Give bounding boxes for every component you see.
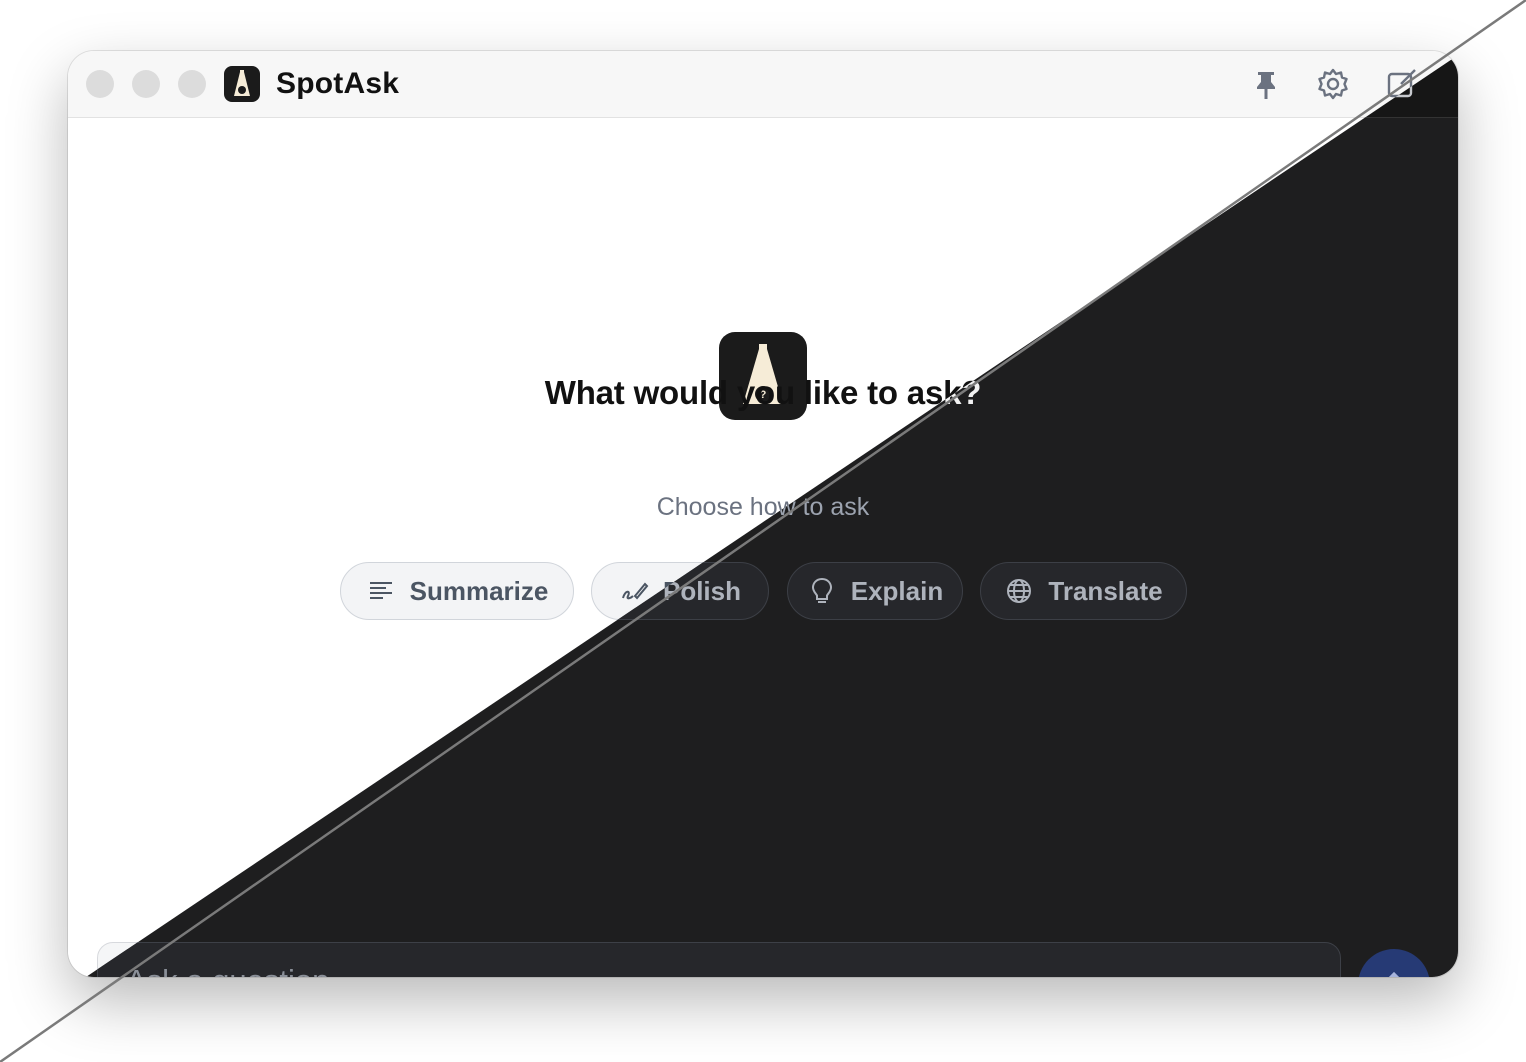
pen-icon bbox=[622, 582, 649, 600]
question-placeholder-dark: Ask a question... bbox=[126, 963, 355, 977]
app-logo-icon bbox=[224, 66, 260, 102]
app-title: SpotAsk bbox=[276, 67, 400, 100]
globe-icon-dark bbox=[1007, 579, 1032, 603]
lines-icon bbox=[369, 582, 392, 599]
send-button-dark[interactable] bbox=[1358, 949, 1430, 977]
screenshot-stage: SpotAsk ? What would you like to ask? Ch… bbox=[0, 0, 1526, 1062]
zoom-window-button[interactable] bbox=[178, 70, 206, 98]
gear-icon[interactable] bbox=[1315, 66, 1351, 102]
lightbulb-icon-dark bbox=[811, 577, 832, 603]
question-input-dark[interactable]: Ask a question... bbox=[97, 942, 1341, 977]
summarize-label: Summarize bbox=[409, 575, 549, 606]
translate-button-dark[interactable]: Translate bbox=[980, 562, 1187, 620]
translate-label-dark: Translate bbox=[1048, 575, 1163, 606]
explain-label-dark: Explain bbox=[850, 575, 944, 606]
app-window: SpotAsk ? What would you like to ask? Ch… bbox=[68, 51, 1458, 977]
minimize-window-button[interactable] bbox=[132, 70, 160, 98]
close-window-button[interactable] bbox=[86, 70, 114, 98]
summarize-button[interactable]: Summarize bbox=[340, 562, 574, 620]
pin-icon[interactable] bbox=[1248, 66, 1284, 102]
arrow-up-icon-dark bbox=[1382, 971, 1406, 977]
title-bar: SpotAsk bbox=[68, 51, 1458, 118]
explain-button-dark[interactable]: Explain bbox=[787, 562, 963, 620]
